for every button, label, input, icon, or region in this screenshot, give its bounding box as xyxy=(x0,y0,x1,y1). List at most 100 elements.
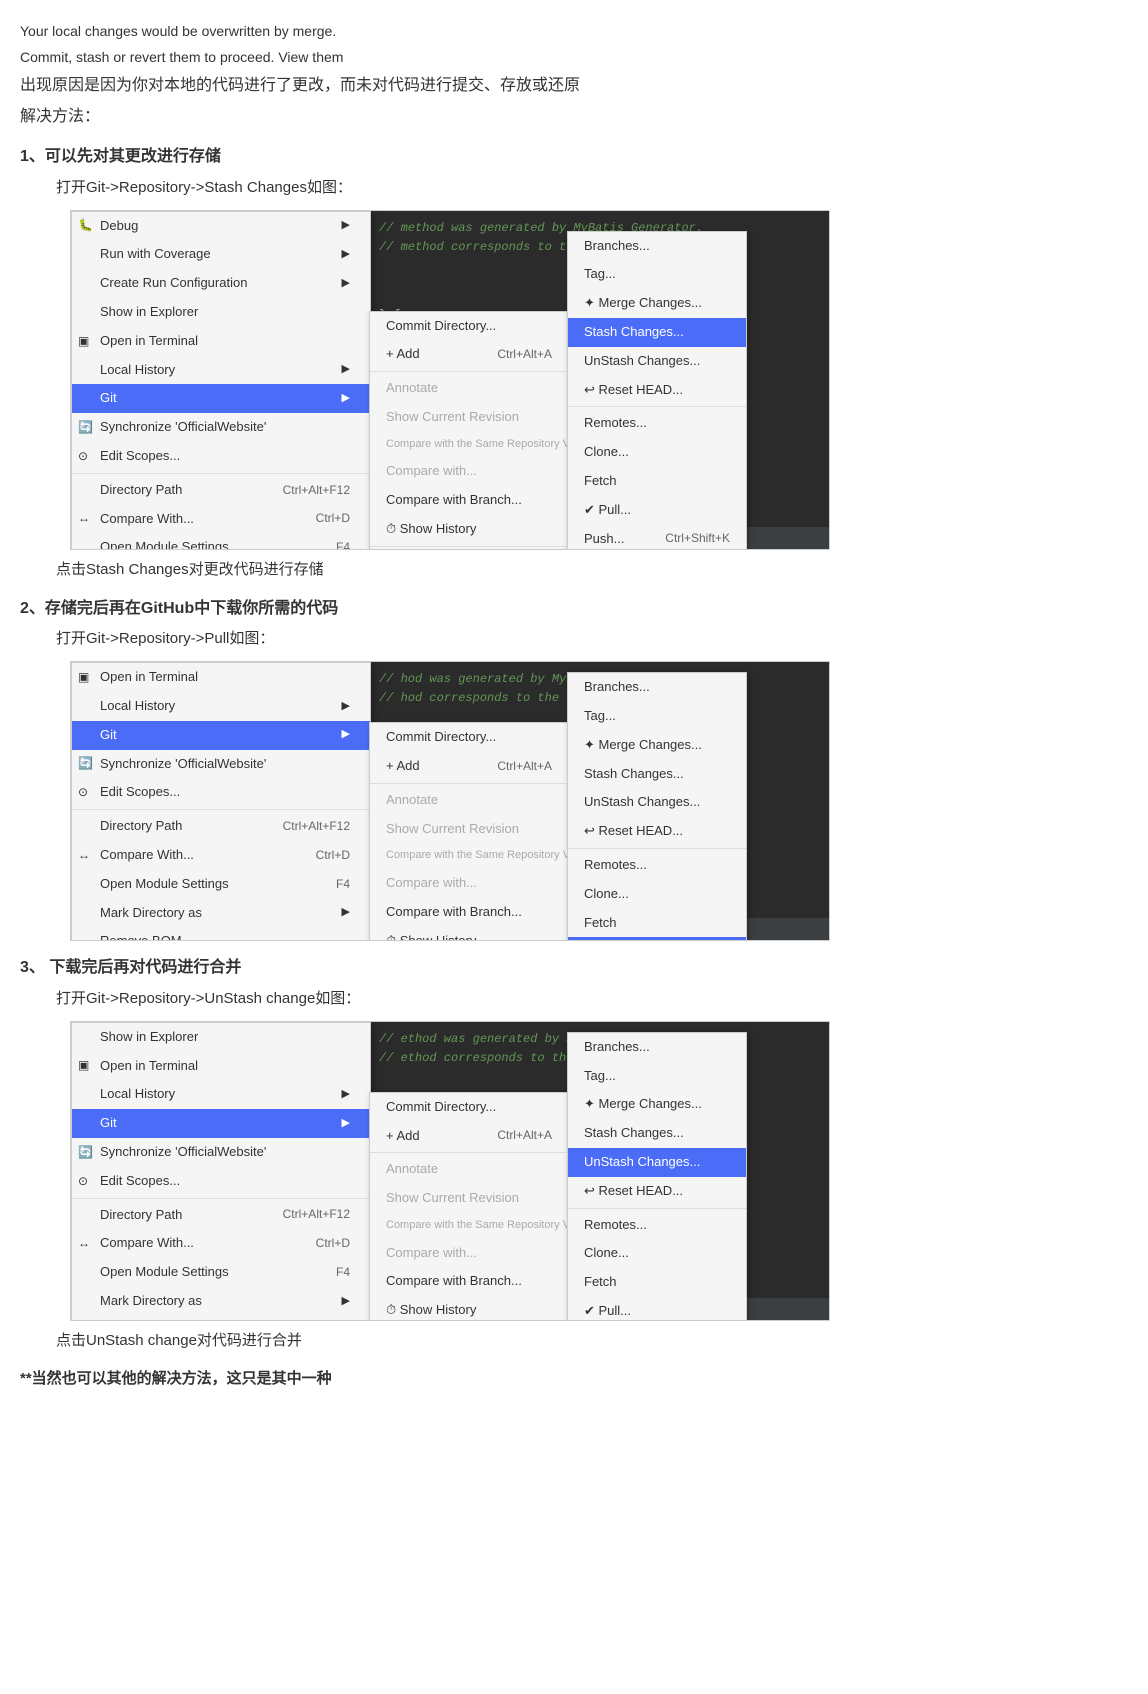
menu-item-dir-path[interactable]: Directory Path Ctrl+Alt+F12 xyxy=(72,476,370,505)
sub2-annotate[interactable]: Annotate xyxy=(370,786,568,815)
sub-compare-same[interactable]: Compare with the Same Repository Version xyxy=(370,432,568,458)
menu2-local-history[interactable]: Local History ▶ xyxy=(72,692,370,721)
menu3-edit-scopes[interactable]: ⊙ Edit Scopes... xyxy=(72,1167,370,1196)
repo2-branches[interactable]: Branches... xyxy=(568,673,746,702)
sub3-compare-same[interactable]: Compare with the Same Repository Version xyxy=(370,1213,568,1239)
sub-revert[interactable]: ↩ Revert... Ctrl+Alt+Z xyxy=(370,549,568,550)
menu-item-debug[interactable]: 🐛 Debug ▶ xyxy=(72,212,370,241)
sub-show-current[interactable]: Show Current Revision xyxy=(370,403,568,432)
repo3-stash[interactable]: Stash Changes... xyxy=(568,1119,746,1148)
scope-icon-3: ⊙ xyxy=(78,1172,88,1191)
scope-icon-2: ⊙ xyxy=(78,783,88,802)
sub-commit-dir[interactable]: Commit Directory... xyxy=(370,312,568,341)
sub3-compare-branch[interactable]: Compare with Branch... xyxy=(370,1267,568,1296)
repo3-merge[interactable]: ✦ Merge Changes... xyxy=(568,1090,746,1119)
repo-stash[interactable]: Stash Changes... xyxy=(568,318,746,347)
menu-item-git[interactable]: Git ▶ xyxy=(72,384,370,413)
sub2-compare-branch[interactable]: Compare with Branch... xyxy=(370,898,568,927)
repo-pull[interactable]: ✔ Pull... xyxy=(568,496,746,525)
repo3-tag[interactable]: Tag... xyxy=(568,1062,746,1091)
menu2-open-terminal[interactable]: ▣ Open in Terminal xyxy=(72,663,370,692)
repo2-reset[interactable]: ↩ Reset HEAD... xyxy=(568,817,746,846)
repo3-reset[interactable]: ↩ Reset HEAD... xyxy=(568,1177,746,1206)
repo2-merge[interactable]: ✦ Merge Changes... xyxy=(568,731,746,760)
menu3-show-explorer[interactable]: Show in Explorer xyxy=(72,1023,370,1052)
menu2-module-settings[interactable]: Open Module Settings F4 xyxy=(72,870,370,899)
repo-sep-1 xyxy=(568,406,746,407)
menu-item-compare[interactable]: ↔ Compare With... Ctrl+D xyxy=(72,505,370,534)
arrow-icon-5: ▶ xyxy=(342,390,350,408)
repo-tag[interactable]: Tag... xyxy=(568,260,746,289)
repo3-pull[interactable]: ✔ Pull... xyxy=(568,1297,746,1321)
repo-unstash[interactable]: UnStash Changes... xyxy=(568,347,746,376)
sub2-show-history[interactable]: ⏱ Show History xyxy=(370,927,568,942)
menu-item-open-terminal[interactable]: ▣ Open in Terminal xyxy=(72,327,370,356)
repo2-remotes[interactable]: Remotes... xyxy=(568,851,746,880)
repo3-remotes[interactable]: Remotes... xyxy=(568,1211,746,1240)
menu3-open-terminal[interactable]: ▣ Open in Terminal xyxy=(72,1052,370,1081)
menu2-edit-scopes[interactable]: ⊙ Edit Scopes... xyxy=(72,778,370,807)
repo-clone[interactable]: Clone... xyxy=(568,438,746,467)
repo2-fetch[interactable]: Fetch xyxy=(568,909,746,938)
separator-1 xyxy=(72,473,370,474)
sub3-add[interactable]: + Add Ctrl+Alt+A xyxy=(370,1122,568,1151)
sub3-show-current[interactable]: Show Current Revision xyxy=(370,1184,568,1213)
repo-branches[interactable]: Branches... xyxy=(568,232,746,261)
sub2-compare-same[interactable]: Compare with the Same Repository Version xyxy=(370,843,568,869)
sub-show-history[interactable]: ⏱ Show History xyxy=(370,515,568,544)
sub2-show-current[interactable]: Show Current Revision xyxy=(370,815,568,844)
sub2-add[interactable]: + Add Ctrl+Alt+A xyxy=(370,752,568,781)
sub-annotate[interactable]: Annotate xyxy=(370,374,568,403)
section1-title: 1、可以先对其更改进行存储 xyxy=(20,144,880,170)
repo-push[interactable]: Push... Ctrl+Shift+K xyxy=(568,525,746,550)
menu3-local-history[interactable]: Local History ▶ xyxy=(72,1080,370,1109)
sub2-sep-1 xyxy=(370,783,568,784)
sync-icon: 🔄 xyxy=(78,418,93,437)
menu-item-synchronize[interactable]: 🔄 Synchronize 'OfficialWebsite' xyxy=(72,413,370,442)
repo-reset[interactable]: ↩ Reset HEAD... xyxy=(568,376,746,405)
repo2-clone[interactable]: Clone... xyxy=(568,880,746,909)
repo3-clone[interactable]: Clone... xyxy=(568,1239,746,1268)
repo-fetch[interactable]: Fetch xyxy=(568,467,746,496)
repo3-unstash[interactable]: UnStash Changes... xyxy=(568,1148,746,1177)
sub3-show-history[interactable]: ⏱ Show History xyxy=(370,1296,568,1321)
menu2-synchronize[interactable]: 🔄 Synchronize 'OfficialWebsite' xyxy=(72,750,370,779)
repo2-pull[interactable]: Pull... xyxy=(568,937,746,941)
sub2-commit-dir[interactable]: Commit Directory... xyxy=(370,723,568,752)
menu2-dir-path[interactable]: Directory Path Ctrl+Alt+F12 xyxy=(72,812,370,841)
repo3-branches[interactable]: Branches... xyxy=(568,1033,746,1062)
repo2-stash[interactable]: Stash Changes... xyxy=(568,760,746,789)
menu3-mark-dir[interactable]: Mark Directory as ▶ xyxy=(72,1287,370,1316)
menu3-git[interactable]: Git ▶ xyxy=(72,1109,370,1138)
sub-add[interactable]: + Add Ctrl+Alt+A xyxy=(370,340,568,369)
menu2-compare[interactable]: ↔ Compare With... Ctrl+D xyxy=(72,841,370,870)
menu3-dir-path[interactable]: Directory Path Ctrl+Alt+F12 xyxy=(72,1201,370,1230)
repo3-fetch[interactable]: Fetch xyxy=(568,1268,746,1297)
menu3-synchronize[interactable]: 🔄 Synchronize 'OfficialWebsite' xyxy=(72,1138,370,1167)
sub3-compare-with[interactable]: Compare with... xyxy=(370,1239,568,1268)
repo-merge[interactable]: ✦ Merge Changes... xyxy=(568,289,746,318)
menu-item-show-explorer[interactable]: Show in Explorer xyxy=(72,298,370,327)
menu-item-create-run[interactable]: Create Run Configuration ▶ xyxy=(72,269,370,298)
menu-item-run-coverage[interactable]: Run with Coverage ▶ xyxy=(72,240,370,269)
sub3-commit-dir[interactable]: Commit Directory... xyxy=(370,1093,568,1122)
intro-line1: Your local changes would be overwritten … xyxy=(20,20,880,42)
repo-remotes[interactable]: Remotes... xyxy=(568,409,746,438)
section1-caption: 点击Stash Changes对更改代码进行存储 xyxy=(56,558,880,582)
menu2-remove-bom[interactable]: Remove BOM xyxy=(72,927,370,941)
menu-item-edit-scopes[interactable]: ⊙ Edit Scopes... xyxy=(72,442,370,471)
context-menu-2: ▣ Open in Terminal Local History ▶ Git ▶… xyxy=(71,662,371,941)
repo2-tag[interactable]: Tag... xyxy=(568,702,746,731)
repo2-unstash[interactable]: UnStash Changes... xyxy=(568,788,746,817)
sub2-compare-with[interactable]: Compare with... xyxy=(370,869,568,898)
menu3-compare[interactable]: ↔ Compare With... Ctrl+D xyxy=(72,1229,370,1258)
menu2-git[interactable]: Git ▶ xyxy=(72,721,370,750)
sub-compare-with[interactable]: Compare with... xyxy=(370,457,568,486)
sub3-annotate[interactable]: Annotate xyxy=(370,1155,568,1184)
menu3-remove-bom[interactable]: Remove BOM xyxy=(72,1316,370,1321)
menu-item-local-history[interactable]: Local History ▶ xyxy=(72,356,370,385)
sub-compare-branch[interactable]: Compare with Branch... xyxy=(370,486,568,515)
menu3-module-settings[interactable]: Open Module Settings F4 xyxy=(72,1258,370,1287)
menu2-mark-dir[interactable]: Mark Directory as ▶ xyxy=(72,899,370,928)
menu-item-module-settings[interactable]: Open Module Settings F4 xyxy=(72,533,370,549)
